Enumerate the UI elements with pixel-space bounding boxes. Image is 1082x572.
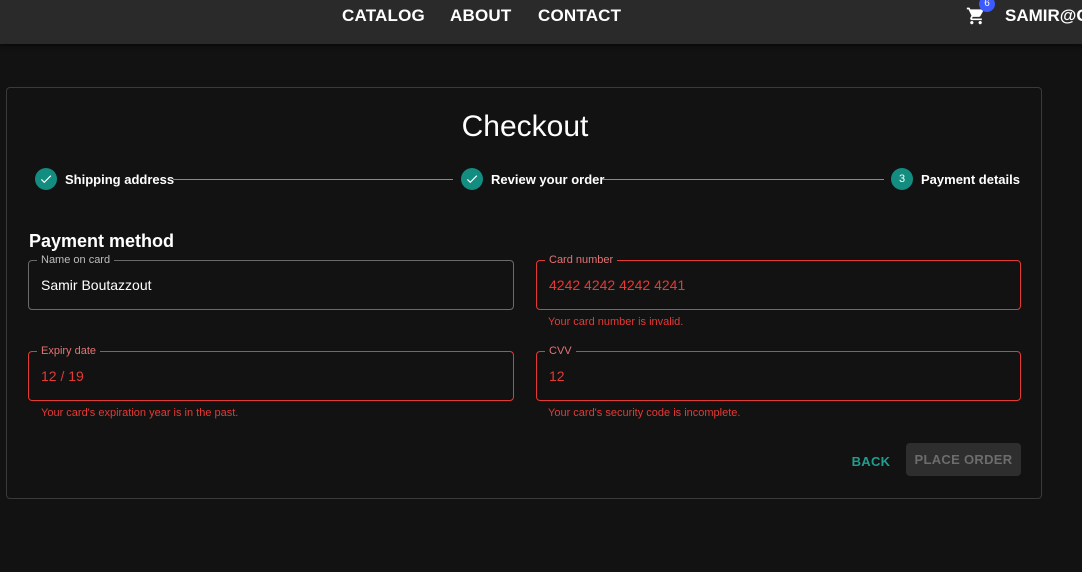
cart-count-badge: 6 [979, 0, 995, 12]
expiry-date-input[interactable] [41, 352, 501, 400]
name-on-card-input[interactable] [41, 261, 501, 309]
step-shipping-address: Shipping address [65, 172, 175, 187]
step-3-number-icon: 3 [891, 168, 913, 190]
step-1-check-icon [35, 168, 57, 190]
step-connector [173, 179, 453, 180]
cvv-input[interactable] [549, 352, 1008, 400]
nav-contact-link[interactable]: CONTACT [538, 6, 621, 26]
app-bar: CATALOG ABOUT CONTACT 6 SAMIR@G [0, 0, 1082, 44]
card-number-field: Card number [536, 253, 1021, 310]
step-2-check-icon [461, 168, 483, 190]
place-order-button[interactable]: PLACE ORDER [906, 443, 1021, 476]
expiry-date-field: Expiry date [28, 344, 514, 401]
checkout-card: Checkout Shipping address Review your or… [6, 87, 1042, 499]
user-account-menu[interactable]: SAMIR@G [1005, 6, 1082, 26]
expiry-date-error: Your card's expiration year is in the pa… [41, 407, 239, 419]
page-title: Checkout [461, 110, 589, 143]
step-connector [602, 179, 884, 180]
nav-catalog-link[interactable]: CATALOG [342, 6, 425, 26]
card-number-error: Your card number is invalid. [548, 316, 684, 328]
step-review-order: Review your order [491, 172, 605, 187]
cvv-field: CVV [536, 344, 1021, 401]
card-number-input[interactable] [549, 261, 1008, 309]
cvv-error: Your card's security code is incomplete. [548, 407, 741, 419]
nav-about-link[interactable]: ABOUT [450, 6, 511, 26]
name-on-card-field: Name on card [28, 253, 514, 310]
section-title: Payment method [29, 231, 175, 251]
step-payment-details: Payment details [921, 172, 1020, 187]
back-button[interactable]: BACK [843, 445, 899, 477]
